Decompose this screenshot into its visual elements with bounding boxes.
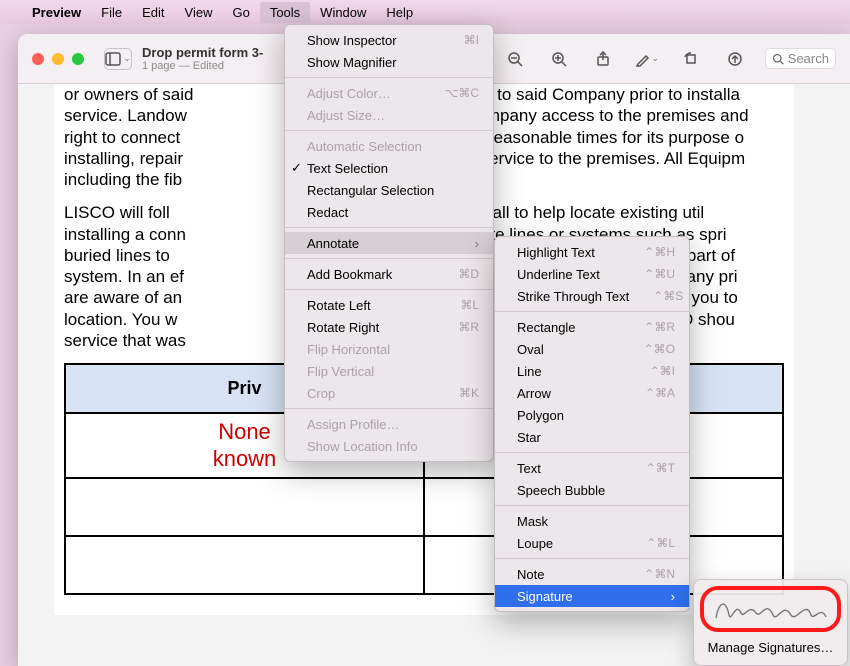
menu-strike-through-text[interactable]: Strike Through Text⌃⌘S <box>495 285 689 307</box>
rotate-button[interactable] <box>677 48 705 70</box>
menu-annotate[interactable]: Annotate› <box>285 232 493 254</box>
menu-text[interactable]: Text⌃⌘T <box>495 457 689 479</box>
menu-note[interactable]: Note⌃⌘N <box>495 563 689 585</box>
menu-add-bookmark[interactable]: Add Bookmark⌘D <box>285 263 493 285</box>
zoom-in-icon <box>551 51 567 67</box>
tools-menu: Show Inspector⌘I Show Magnifier Adjust C… <box>284 24 494 462</box>
highlight-icon <box>635 51 651 67</box>
window-title: Drop permit form 3- <box>142 45 263 60</box>
menu-star[interactable]: Star <box>495 426 689 448</box>
menu-show-location-info: Show Location Info <box>285 435 493 457</box>
system-menubar: Preview File Edit View Go Tools Window H… <box>0 0 850 24</box>
menu-highlight-text[interactable]: Highlight Text⌃⌘H <box>495 241 689 263</box>
zoom-out-icon <box>507 51 523 67</box>
menu-polygon[interactable]: Polygon <box>495 404 689 426</box>
share-icon <box>595 51 611 67</box>
menu-adjust-size: Adjust Size… <box>285 104 493 126</box>
search-icon <box>772 53 784 65</box>
share-button[interactable] <box>589 48 617 70</box>
menu-signature[interactable]: Signature› <box>495 585 689 607</box>
zoom-button[interactable] <box>72 53 84 65</box>
close-button[interactable] <box>32 53 44 65</box>
table-cell <box>65 536 424 594</box>
highlight-button[interactable]: ⌄ <box>633 48 661 70</box>
menu-automatic-selection: Automatic Selection <box>285 135 493 157</box>
menu-show-inspector[interactable]: Show Inspector⌘I <box>285 29 493 51</box>
menu-adjust-color: Adjust Color…⌥⌘C <box>285 82 493 104</box>
table-cell <box>65 478 424 536</box>
menu-speech-bubble[interactable]: Speech Bubble <box>495 479 689 501</box>
menu-underline-text[interactable]: Underline Text⌃⌘U <box>495 263 689 285</box>
menu-flip-vertical: Flip Vertical <box>285 360 493 382</box>
app-menu[interactable]: Preview <box>22 2 91 23</box>
chevron-right-icon: › <box>451 236 479 251</box>
chevron-right-icon: › <box>647 589 675 604</box>
manage-signatures-button[interactable]: Manage Signatures… <box>700 636 841 659</box>
menu-go[interactable]: Go <box>222 2 259 23</box>
menu-window[interactable]: Window <box>310 2 376 23</box>
search-placeholder: Search <box>788 51 829 66</box>
menu-arrow[interactable]: Arrow⌃⌘A <box>495 382 689 404</box>
menu-file[interactable]: File <box>91 2 132 23</box>
menu-rectangle[interactable]: Rectangle⌃⌘R <box>495 316 689 338</box>
chevron-down-icon: ⌄ <box>123 53 131 64</box>
menu-view[interactable]: View <box>175 2 223 23</box>
menu-crop: Crop⌘K <box>285 382 493 404</box>
menu-help[interactable]: Help <box>376 2 423 23</box>
annotate-submenu: Highlight Text⌃⌘H Underline Text⌃⌘U Stri… <box>494 236 690 612</box>
window-subtitle: 1 page — Edited <box>142 60 263 72</box>
menu-rotate-right[interactable]: Rotate Right⌘R <box>285 316 493 338</box>
menu-text-selection[interactable]: Text Selection <box>285 157 493 179</box>
menu-line[interactable]: Line⌃⌘I <box>495 360 689 382</box>
chevron-down-icon: ⌄ <box>652 53 660 64</box>
sidebar-icon <box>105 51 121 67</box>
menu-rectangular-selection[interactable]: Rectangular Selection <box>285 179 493 201</box>
menu-edit[interactable]: Edit <box>132 2 174 23</box>
minimize-button[interactable] <box>52 53 64 65</box>
menu-mask[interactable]: Mask <box>495 510 689 532</box>
signature-preview[interactable] <box>700 586 841 632</box>
sidebar-toggle-button[interactable]: ⌄ <box>104 48 132 70</box>
menu-show-magnifier[interactable]: Show Magnifier <box>285 51 493 73</box>
signature-popover: Manage Signatures… <box>693 579 848 666</box>
menu-loupe[interactable]: Loupe⌃⌘L <box>495 532 689 554</box>
rotate-icon <box>683 51 699 67</box>
markup-button[interactable] <box>721 48 749 70</box>
menu-rotate-left[interactable]: Rotate Left⌘L <box>285 294 493 316</box>
search-field[interactable]: Search <box>765 48 836 69</box>
zoom-out-button[interactable] <box>501 48 529 70</box>
menu-oval[interactable]: Oval⌃⌘O <box>495 338 689 360</box>
menu-assign-profile: Assign Profile… <box>285 413 493 435</box>
traffic-lights <box>32 53 84 65</box>
signature-glyph <box>711 593 831 625</box>
menu-flip-horizontal: Flip Horizontal <box>285 338 493 360</box>
zoom-in-button[interactable] <box>545 48 573 70</box>
menu-redact[interactable]: Redact <box>285 201 493 223</box>
markup-icon <box>727 51 743 67</box>
menu-tools[interactable]: Tools <box>260 2 310 23</box>
window-title-group: Drop permit form 3- 1 page — Edited <box>142 45 263 72</box>
